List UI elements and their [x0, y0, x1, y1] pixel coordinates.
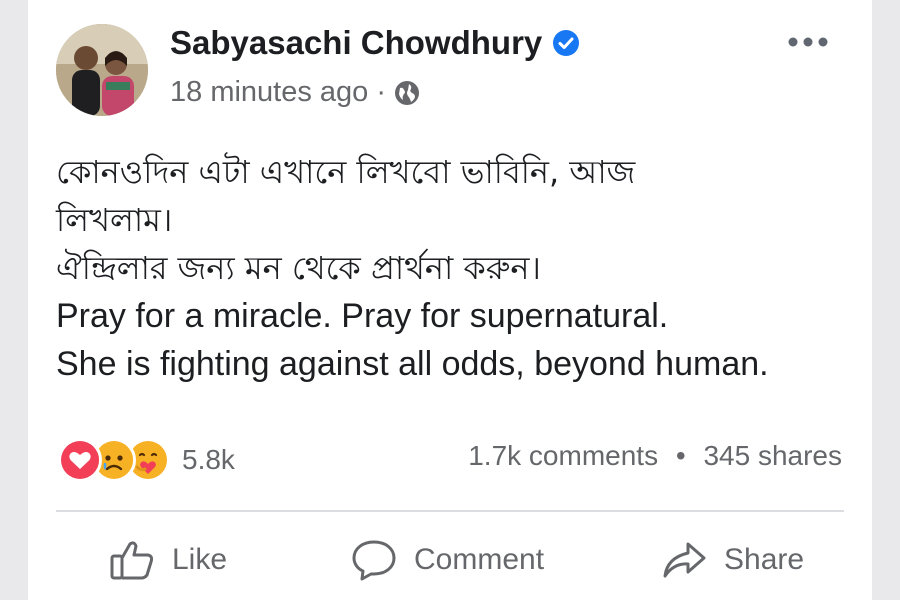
share-arrow-icon — [663, 542, 706, 578]
globe-icon — [394, 80, 419, 105]
shares-count[interactable]: 345 shares — [703, 440, 842, 471]
meta-separator: · — [376, 76, 386, 108]
reactions-summary[interactable]: 5.8k — [58, 438, 235, 482]
like-label[interactable]: Like — [172, 543, 227, 577]
actions-divider — [56, 510, 844, 512]
post-text-line: লিখলাম। — [56, 201, 173, 239]
post-text-line: কোনওদিন এটা এখানে লিখবো ভাবিনি, আজ — [56, 153, 636, 191]
comment-button[interactable]: Comment — [350, 536, 544, 584]
comment-label[interactable]: Comment — [414, 543, 544, 577]
post-meta: 18 minutes ago · — [170, 76, 420, 109]
love-reaction-icon — [58, 438, 102, 482]
post-body: কোনওদিন এটা এখানে লিখবো ভাবিনি, আজ লিখলা… — [56, 148, 856, 388]
author-name-text[interactable]: Sabyasachi Chowdhury — [170, 24, 542, 62]
comment-bubble-icon — [352, 540, 396, 581]
more-options-icon[interactable] — [786, 30, 830, 54]
engagement-stats: 1.7k comments • 345 shares — [468, 440, 842, 472]
avatar-photo — [56, 24, 148, 116]
post-text-line: She is fighting against all odds, beyond… — [56, 345, 769, 383]
verified-badge-icon — [553, 30, 580, 56]
like-button[interactable]: Like — [108, 536, 227, 584]
stats-separator: • — [675, 440, 686, 471]
reaction-count[interactable]: 5.8k — [182, 444, 235, 476]
share-button[interactable]: Share — [660, 536, 804, 584]
thumbs-up-icon — [110, 541, 154, 580]
post-text-line: Pray for a miracle. Pray for supernatura… — [56, 297, 669, 335]
post-timestamp[interactable]: 18 minutes ago — [170, 76, 368, 109]
post-text-line: ঐন্দ্রিলার জন্য মন থেকে প্রার্থনা করুন। — [56, 249, 541, 287]
post-card: Sabyasachi Chowdhury 18 minutes ago · কো… — [28, 0, 872, 600]
author-avatar[interactable] — [56, 24, 148, 116]
author-name[interactable]: Sabyasachi Chowdhury — [170, 24, 580, 62]
comments-count[interactable]: 1.7k comments — [468, 440, 658, 471]
share-label[interactable]: Share — [724, 543, 804, 577]
